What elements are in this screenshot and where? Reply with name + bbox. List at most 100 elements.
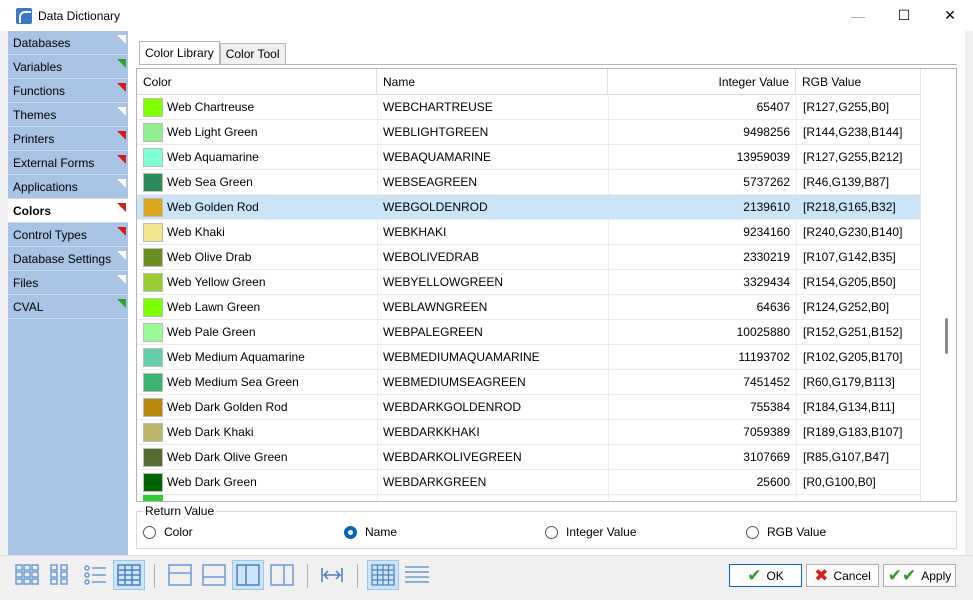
color-swatch bbox=[143, 173, 163, 192]
sidebar-item-external-forms[interactable]: External Forms bbox=[8, 151, 128, 175]
minimize-button[interactable]: — bbox=[835, 0, 881, 31]
radio-circle[interactable] bbox=[143, 525, 156, 539]
maximize-button[interactable]: ☐ bbox=[881, 0, 927, 31]
grid-lines-toggle-button[interactable] bbox=[367, 560, 399, 590]
cell-rgb-value: [R46,G139,B87] bbox=[803, 175, 890, 189]
sidebar-item-printers[interactable]: Printers bbox=[8, 127, 128, 151]
sidebar-item-variables[interactable]: Variables bbox=[8, 55, 128, 79]
cell-rgb-value: [R189,G183,B107] bbox=[803, 425, 903, 439]
cell-integer-value: 7451452 bbox=[743, 375, 790, 389]
sidebar-item-functions[interactable]: Functions bbox=[8, 79, 128, 103]
layout-top-panel-button[interactable] bbox=[164, 560, 196, 590]
sidebar-item-colors[interactable]: Colors bbox=[8, 199, 128, 223]
close-button[interactable]: ✕ bbox=[927, 0, 973, 31]
cell-integer-value: 64636 bbox=[756, 300, 790, 314]
cell-color-name: Web Aquamarine bbox=[167, 150, 259, 164]
small-icons-view-button[interactable] bbox=[45, 560, 77, 590]
color-swatch bbox=[143, 298, 163, 317]
table-row[interactable]: Web Lawn Green WEBLAWNGREEN 64636 [R124,G25… bbox=[137, 295, 922, 320]
scrollbar-thumb[interactable] bbox=[945, 318, 948, 354]
row-lines-toggle-button[interactable] bbox=[401, 560, 433, 590]
sidebar-item-label: Database Settings bbox=[13, 252, 112, 266]
cell-integer-value: 3107669 bbox=[743, 450, 790, 464]
cell-rgb-value: [R127,G255,B0] bbox=[803, 100, 890, 114]
sidebar-item-files[interactable]: Files bbox=[8, 271, 128, 295]
table-row[interactable]: Web Dark Green WEBDARKGREEN 25600 [R0,G100,… bbox=[137, 470, 922, 495]
cell-color-name: Web Olive Drab bbox=[167, 250, 252, 264]
toolbar-separator bbox=[307, 564, 308, 588]
table-row[interactable]: Web Dark Golden Rod WEBDARKGOLDENROD 75538… bbox=[137, 395, 922, 420]
apply-button-label: Apply bbox=[921, 568, 952, 583]
radio-rgb-value[interactable]: RGB Value bbox=[746, 525, 826, 539]
column-header-name[interactable]: Name bbox=[377, 69, 608, 95]
details-view-button[interactable] bbox=[113, 560, 145, 590]
sidebar-item-control-types[interactable]: Control Types bbox=[8, 223, 128, 247]
fit-width-button[interactable] bbox=[316, 560, 348, 590]
cell-color-name: Web Lawn Green bbox=[167, 300, 261, 314]
table-row[interactable]: Web Olive Drab WEBOLIVEDRAB 2330219 [R107,G… bbox=[137, 245, 922, 270]
color-swatch bbox=[143, 223, 163, 242]
table-row[interactable]: Web Khaki WEBKHAKI 9234160 [R240,G230,B140] bbox=[137, 220, 922, 245]
tab-color-library[interactable]: Color Library bbox=[139, 41, 220, 65]
radio-label: RGB Value bbox=[767, 525, 827, 539]
cell-color-name: Web Medium Sea Green bbox=[167, 375, 299, 389]
sidebar-item-database-settings[interactable]: Database Settings bbox=[8, 247, 128, 271]
radio-label: Color bbox=[164, 525, 193, 539]
cell-integer-value: 755384 bbox=[749, 400, 790, 414]
ok-button[interactable]: ✔ OK bbox=[729, 564, 802, 587]
sidebar-item-themes[interactable]: Themes bbox=[8, 103, 128, 127]
cancel-button[interactable]: ✖ Cancel bbox=[806, 564, 879, 587]
sidebar-item-databases[interactable]: Databases bbox=[8, 31, 128, 55]
radio-circle[interactable] bbox=[545, 525, 558, 539]
radio-circle[interactable] bbox=[344, 525, 357, 539]
status-marker-icon bbox=[117, 155, 126, 164]
sidebar-item-cval[interactable]: CVAL bbox=[8, 295, 128, 319]
table-row[interactable]: Web Golden Rod WEBGOLDENROD 2139610 [R218,G… bbox=[137, 195, 922, 220]
radio-color[interactable]: Color bbox=[143, 525, 193, 539]
table-row[interactable]: Web Yellow Green WEBYELLOWGREEN 3329434 [R1… bbox=[137, 270, 922, 295]
layout-bottom-panel-button[interactable] bbox=[198, 560, 230, 590]
vertical-scrollbar[interactable] bbox=[920, 69, 956, 501]
list-view-button[interactable] bbox=[79, 560, 111, 590]
table-row[interactable]: Web Medium Sea Green WEBMEDIUMSEAGREEN 745… bbox=[137, 370, 922, 395]
cell-rgb-value: [R218,G165,B32] bbox=[803, 200, 896, 214]
cell-rgb-value: [R85,G107,B47] bbox=[803, 450, 890, 464]
table-row[interactable]: Web Chartreuse WEBCHARTREUSE 65407 [R127,G2… bbox=[137, 95, 922, 120]
radio-circle[interactable] bbox=[746, 525, 759, 539]
title-bar: Data Dictionary — ☐ ✕ bbox=[0, 0, 973, 31]
color-swatch bbox=[143, 423, 163, 442]
cell-color-name: Web Dark Khaki bbox=[167, 425, 254, 439]
cell-integer-value: 25600 bbox=[756, 475, 790, 489]
bottom-panel-icon bbox=[202, 564, 226, 586]
cell-constant-name: WEBMEDIUMSEAGREEN bbox=[383, 375, 526, 389]
top-panel-icon bbox=[168, 564, 192, 586]
cell-color-name: Web Chartreuse bbox=[167, 100, 255, 114]
layout-left-panel-button[interactable] bbox=[232, 560, 264, 590]
table-row[interactable]: Web Medium Aquamarine WEBMEDIUMAQUAMARINE… bbox=[137, 345, 922, 370]
table-row[interactable]: Web Aquamarine WEBAQUAMARINE 13959039 [R127… bbox=[137, 145, 922, 170]
table-row[interactable]: Web Pale Green WEBPALEGREEN 10025880 [R152,… bbox=[137, 320, 922, 345]
cell-integer-value: 9234160 bbox=[743, 225, 790, 239]
cell-color-name: Web Khaki bbox=[167, 225, 225, 239]
table-row[interactable]: Web Sea Green WEBSEAGREEN 5737262 [R46,G139… bbox=[137, 170, 922, 195]
radio-name[interactable]: Name bbox=[344, 525, 397, 539]
color-swatch bbox=[143, 123, 163, 142]
cell-rgb-value: [R144,G238,B144] bbox=[803, 125, 903, 139]
layout-right-panel-button[interactable] bbox=[266, 560, 298, 590]
cell-color-name: Web Dark Golden Rod bbox=[167, 400, 288, 414]
color-swatch bbox=[143, 148, 163, 167]
column-header-integer[interactable]: Integer Value bbox=[608, 69, 796, 95]
cell-integer-value: 3329434 bbox=[743, 275, 790, 289]
apply-button[interactable]: ✔✔ Apply bbox=[883, 564, 956, 587]
column-header-rgb[interactable]: RGB Value bbox=[796, 69, 922, 95]
tab-color-tool[interactable]: Color Tool bbox=[219, 43, 286, 65]
table-row[interactable]: Web Dark Khaki WEBDARKKHAKI 7059389 [R189,G… bbox=[137, 420, 922, 445]
table-row[interactable]: Web Light Green WEBLIGHTGREEN 9498256 [R144… bbox=[137, 120, 922, 145]
column-header-color[interactable]: Color bbox=[137, 69, 377, 95]
sidebar-item-applications[interactable]: Applications bbox=[8, 175, 128, 199]
radio-integer-value[interactable]: Integer Value bbox=[545, 525, 637, 539]
cell-constant-name: WEBLIGHTGREEN bbox=[383, 125, 489, 139]
sidebar-item-label: Databases bbox=[13, 36, 71, 50]
large-icons-view-button[interactable] bbox=[11, 560, 43, 590]
table-row[interactable]: Web Dark Olive Green WEBDARKOLIVEGREEN 310… bbox=[137, 445, 922, 470]
